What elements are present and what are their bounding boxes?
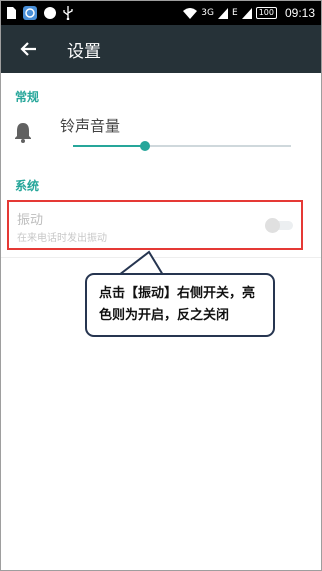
ringtone-volume-label: 铃声音量 <box>60 117 121 135</box>
vibrate-subtitle: 在来电话时发出振动 <box>17 233 107 244</box>
instruction-callout: 点击【振动】右侧开关，亮 色则为开启，反之关闭 <box>85 273 275 337</box>
status-bar-left-icons <box>7 6 73 20</box>
wifi-icon <box>183 7 198 19</box>
section-header-general: 常规 <box>15 90 40 104</box>
status-bar-right: 3G E 100 09:13 <box>183 6 315 20</box>
vibrate-title: 振动 <box>17 213 44 228</box>
ringtone-volume-slider[interactable] <box>73 140 291 152</box>
callout-line-1: 点击【振动】右侧开关，亮 <box>99 286 256 301</box>
circle-icon <box>44 7 56 19</box>
ringtone-volume-row: 铃声音量 <box>1 109 321 159</box>
section-header-system: 系统 <box>15 179 40 193</box>
vibrate-setting-row[interactable]: 振动 在来电话时发出振动 <box>7 200 303 250</box>
usb-icon <box>63 6 73 20</box>
vibrate-toggle[interactable] <box>265 218 295 233</box>
callout-line-2: 色则为开启，反之关闭 <box>99 308 230 323</box>
status-bar: 3G E 100 09:13 <box>1 1 321 25</box>
bell-icon <box>15 123 31 143</box>
status-time: 09:13 <box>284 6 315 20</box>
signal-icon-2 <box>241 7 252 19</box>
back-button[interactable] <box>1 25 55 73</box>
arrow-back-icon <box>20 42 36 56</box>
slider-fill <box>73 145 145 147</box>
network-e-label: E <box>232 8 238 18</box>
signal-icon <box>218 7 228 19</box>
toggle-thumb <box>265 218 280 233</box>
slider-thumb[interactable] <box>139 141 150 151</box>
browser-icon <box>23 6 37 20</box>
sim-card-icon <box>7 7 16 19</box>
app-bar: 设置 <box>1 25 321 73</box>
battery-icon: 100 <box>255 7 277 19</box>
network-3g-label: 3G <box>201 8 214 18</box>
page-title: 设置 <box>67 41 101 62</box>
